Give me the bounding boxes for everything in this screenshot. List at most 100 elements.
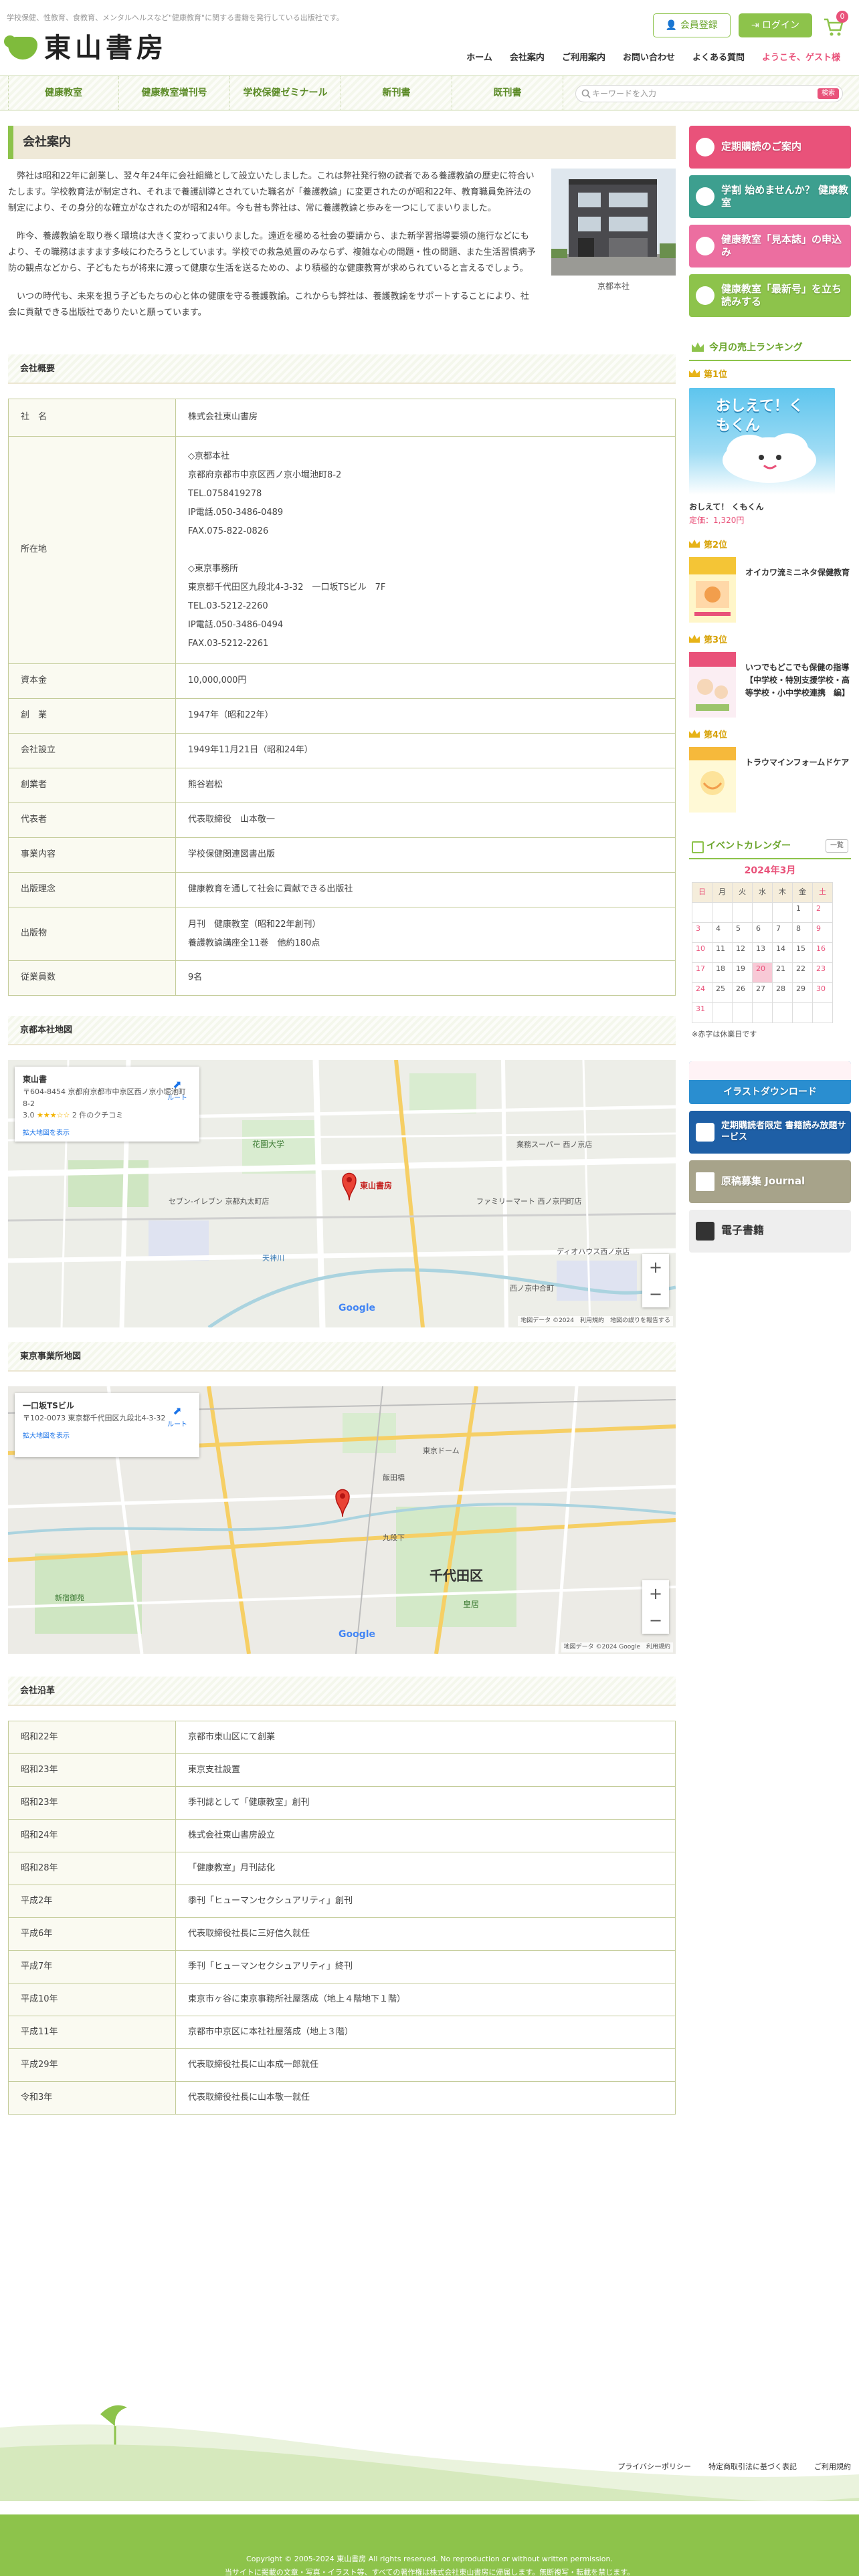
- calendar-day[interactable]: 9: [813, 922, 833, 943]
- nav-contact[interactable]: お問い合わせ: [623, 51, 675, 66]
- tokyo-office-map[interactable]: 千代田区 東京ドーム 飯田橋 九段下 皇居 新宿御苑 一口坂TSビル 〒102-…: [8, 1386, 676, 1654]
- calendar-day: [813, 1002, 833, 1023]
- intro-text: 弊社は昭和22年に創業し、翌々年24年に会社組織として設立いたしました。これは弊…: [8, 169, 537, 321]
- view-larger-map-link[interactable]: 拡大地図を表示: [23, 1128, 191, 1139]
- welcome-message: ようこそ、ゲスト様: [761, 53, 840, 63]
- calendar-day[interactable]: 7: [773, 922, 793, 943]
- privacy-policy-link[interactable]: プライバシーポリシー: [617, 2461, 691, 2474]
- calendar-day[interactable]: 21: [773, 962, 793, 983]
- search-input[interactable]: [592, 87, 806, 100]
- cart-button[interactable]: 0: [823, 11, 848, 40]
- publication-line: 養護教諭講座全11巻 他約180点: [188, 938, 320, 948]
- address-line: TEL.0758419278: [188, 488, 262, 499]
- history-year: 昭和23年: [8, 1786, 176, 1820]
- intro-paragraph: 昨今、養護教諭を取り巻く環境は大きく変わってまいりました。遠近を極める社会の要請…: [8, 231, 536, 274]
- category-new-books[interactable]: 新刊書: [341, 76, 452, 110]
- overview-value: 学校保健関連図書出版: [175, 837, 676, 873]
- calendar-day[interactable]: 19: [733, 962, 753, 983]
- zoom-out-button[interactable]: −: [642, 1281, 669, 1307]
- tokyo-place-card: 一口坂TSビル 〒102-0073 東京都千代田区九段北4-3-32 拡大地図を…: [15, 1393, 199, 1457]
- ebooks-banner[interactable]: 電子書籍: [689, 1209, 851, 1253]
- calendar-day[interactable]: 24: [692, 982, 712, 1003]
- nav-guide[interactable]: ご利用案内: [562, 51, 605, 66]
- rank4-cover-image: [689, 747, 736, 813]
- header-buttons: 👤 会員登録 ⇥ ログイン: [652, 13, 812, 37]
- site-logo[interactable]: 東山書房: [4, 35, 167, 62]
- calendar-day[interactable]: 6: [753, 922, 773, 943]
- kyoto-place-card: 東山書 〒604-8454 京都府京都市中京区西ノ京小堀池町8-2 3.0 ★★…: [15, 1067, 199, 1142]
- calendar-day[interactable]: 11: [712, 942, 733, 963]
- book-icon: [696, 138, 714, 156]
- calendar-day[interactable]: 13: [753, 942, 773, 963]
- calendar-day[interactable]: 25: [712, 982, 733, 1003]
- calendar-day[interactable]: 29: [793, 982, 813, 1003]
- overview-value: 9名: [175, 960, 676, 996]
- calendar-day[interactable]: 4: [712, 922, 733, 943]
- tablet-icon: [696, 1122, 714, 1142]
- calendar-day[interactable]: 16: [813, 942, 833, 963]
- page-title: 会社案内: [8, 126, 676, 159]
- ebook-reading-service-banner[interactable]: 定期購読者限定 書籍読み放題サービス: [689, 1110, 851, 1154]
- manuscript-call-banner[interactable]: 原稿募集 Journal: [689, 1160, 851, 1203]
- subscription-guide-banner[interactable]: 定期購読のご案内: [689, 126, 851, 169]
- calendar-day[interactable]: 22: [793, 962, 813, 983]
- calendar-day[interactable]: 27: [753, 982, 773, 1003]
- kyoto-map-label: 西ノ京中合町: [510, 1283, 554, 1293]
- directions-button[interactable]: ⬈ ルート: [167, 1076, 187, 1104]
- calendar-day[interactable]: 30: [813, 982, 833, 1003]
- rank3-cover-image: [689, 652, 736, 718]
- table-row: 事業内容 学校保健関連図書出版: [8, 837, 676, 873]
- nav-home[interactable]: ホーム: [466, 51, 492, 66]
- calendar-day[interactable]: 2: [813, 902, 833, 923]
- rank1-cover-image[interactable]: おしえて！くもくん: [689, 388, 835, 496]
- calendar-day[interactable]: 18: [712, 962, 733, 983]
- pencil-icon: [696, 187, 714, 206]
- category-kenko-kyoshitsu[interactable]: 健康教室: [8, 76, 119, 110]
- calendar-day[interactable]: 10: [692, 942, 712, 963]
- history-event: 「健康教室」月刊誌化: [175, 1852, 676, 1885]
- sample-request-banner[interactable]: 健康教室「見本誌」の申込み: [689, 225, 851, 267]
- category-seminar[interactable]: 学校保健ゼミナール: [230, 76, 341, 110]
- kyoto-office-map[interactable]: 東山書房 花園大学 セブン-イレブン 京都丸太町店 業務スーパー 西ノ京店 ファ…: [8, 1060, 676, 1327]
- zoom-in-button[interactable]: +: [642, 1580, 669, 1607]
- zoom-out-button[interactable]: −: [642, 1607, 669, 1634]
- zoom-in-button[interactable]: +: [642, 1254, 669, 1281]
- kyoto-map-label: ファミリーマート 西ノ京円町店: [476, 1196, 582, 1206]
- calendar-day[interactable]: 5: [733, 922, 753, 943]
- category-special-issue[interactable]: 健康教室増刊号: [119, 76, 230, 110]
- illustration-download-banner[interactable]: イラストダウンロード: [689, 1061, 851, 1104]
- calendar-day[interactable]: 12: [733, 942, 753, 963]
- overview-key: 事業内容: [8, 837, 176, 873]
- calendar-day[interactable]: 23: [813, 962, 833, 983]
- calendar-day[interactable]: 3: [692, 922, 712, 943]
- category-backlist[interactable]: 既刊書: [452, 76, 563, 110]
- calendar-day[interactable]: 17: [692, 962, 712, 983]
- latest-issue-preview-banner[interactable]: 健康教室「最新号」を立ち読みする: [689, 274, 851, 317]
- calendar-day[interactable]: 26: [733, 982, 753, 1003]
- register-button[interactable]: 👤 会員登録: [652, 13, 731, 37]
- ranking-item[interactable]: トラウマインフォームドケア: [689, 747, 851, 813]
- calendar-day[interactable]: 20: [753, 962, 773, 983]
- map-zoom-controls: + −: [642, 1580, 669, 1634]
- calendar-day[interactable]: 8: [793, 922, 813, 943]
- calendar-list-button[interactable]: 一覧: [826, 839, 848, 853]
- search-button[interactable]: 検索: [818, 88, 839, 99]
- directions-button[interactable]: ⬈ ルート: [167, 1402, 187, 1430]
- nav-company[interactable]: 会社案内: [510, 51, 545, 66]
- address-spacer: [188, 541, 663, 560]
- calendar-day[interactable]: 15: [793, 942, 813, 963]
- ranking-item[interactable]: オイカワ流ミニネタ保健教育: [689, 556, 851, 623]
- login-button[interactable]: ⇥ ログイン: [738, 13, 812, 37]
- calendar-day[interactable]: 14: [773, 942, 793, 963]
- view-larger-map-link[interactable]: 拡大地図を表示: [23, 1431, 191, 1442]
- rank1-title[interactable]: おしえて！ くもくん: [689, 500, 851, 514]
- terms-link[interactable]: ご利用規約: [814, 2461, 851, 2474]
- ranking-item[interactable]: いつでもどこでも保健の指導 【中学校・特別支援学校・高等学校・小中学校連携 編】: [689, 652, 857, 718]
- calendar-day[interactable]: 1: [793, 902, 813, 923]
- student-discount-banner[interactable]: 学割 始めませんか？ 健康教室: [689, 175, 851, 218]
- calendar-day[interactable]: 28: [773, 982, 793, 1003]
- nav-faq[interactable]: よくある質問: [692, 51, 745, 66]
- main-content: 会社案内 弊社は昭和22年に創業し、翌々年24年に会社組織として設立いたしました…: [8, 126, 676, 2115]
- commerce-law-link[interactable]: 特定商取引法に基づく表記: [708, 2461, 797, 2474]
- calendar-day[interactable]: 31: [692, 1002, 712, 1023]
